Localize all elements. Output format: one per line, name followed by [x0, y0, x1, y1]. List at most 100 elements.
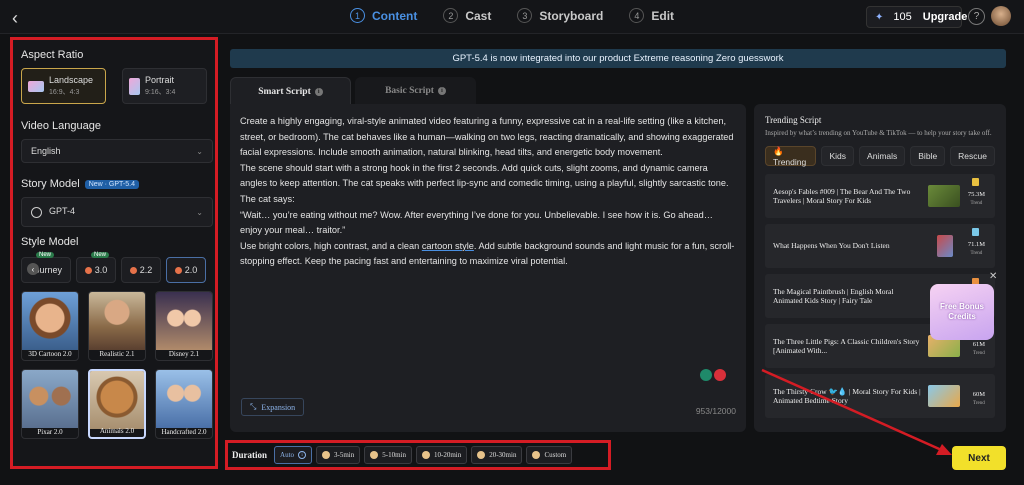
category-animals[interactable]: Animals [859, 146, 906, 166]
trending-value: 60M Trend [973, 390, 985, 408]
language-select[interactable]: English ⌄ [21, 139, 213, 163]
top-bar: ‹ 1 Content 2 Cast 3 Storyboard 4 Edit ✦ 105… [0, 0, 1024, 34]
category-rescue[interactable]: Rescue [950, 146, 995, 166]
expansion-label: Expansion [261, 402, 296, 412]
duration-option-label: Auto [280, 451, 295, 459]
step-cast[interactable]: 2 Cast [443, 8, 491, 23]
style-realistic[interactable]: Realistic 2.1 [88, 291, 146, 361]
step-edit[interactable]: 4 Edit [629, 8, 674, 23]
back-arrow-icon[interactable]: ‹ [12, 8, 18, 29]
style-tab-2-0[interactable]: 2.0 [166, 257, 206, 283]
ratio-sub: 9:16、3:4 [145, 89, 176, 96]
new-model-badge: New · GPT-5.4 [84, 179, 139, 189]
style-caption: Animals 2.0 [99, 427, 135, 435]
step-number: 2 [443, 8, 459, 23]
step-content[interactable]: 1 Content [350, 8, 417, 23]
language-value: English [31, 146, 61, 156]
clock-icon [532, 451, 541, 459]
expand-icon: ⤡ [250, 402, 257, 411]
close-icon[interactable]: ✕ [989, 271, 997, 282]
story-model-label: Story Model [21, 178, 80, 190]
trending-item[interactable]: The Thirsty Crow 🐦💧 | Moral Story For Ki… [765, 374, 995, 418]
style-grid: 3D Cartoon 2.0 Realistic 2.1 Disney 2.1 … [21, 291, 213, 439]
trending-panel: Trending Script Inspired by what’s trend… [754, 104, 1006, 432]
upgrade-button[interactable]: Upgrade [923, 11, 968, 23]
avatar[interactable] [991, 6, 1011, 26]
credits-widget[interactable]: ✦ 105 Upgrade [866, 6, 967, 28]
chevron-down-icon: ⌄ [196, 146, 203, 156]
style-disney-image [156, 292, 212, 350]
style-pixar-image [22, 370, 78, 428]
trending-subtitle: Inspired by what’s trending on YouTube &… [765, 129, 992, 137]
style-caption: Pixar 2.0 [37, 428, 63, 436]
ratio-name: Portrait [145, 75, 175, 85]
trending-thumbnail [928, 385, 960, 407]
duration-bar: Duration Auto i 3-5min 5-10min 10-20min 2… [225, 440, 611, 470]
step-storyboard[interactable]: 3 Storyboard [517, 8, 603, 23]
duration-option-label: Custom [544, 451, 567, 459]
help-icon[interactable]: ? [968, 8, 985, 25]
grammar-extension-icon[interactable] [700, 369, 726, 383]
duration-5-10[interactable]: 5-10min [364, 446, 412, 464]
script-editor[interactable]: Create a highly engaging, viral-style an… [230, 104, 746, 432]
style-caption: Disney 2.1 [168, 350, 200, 358]
category-kids[interactable]: Kids [821, 146, 855, 166]
script-paragraph: Use bright colors, high contrast, and a … [240, 241, 734, 267]
tab-smart-script[interactable]: Smart Script i [230, 77, 351, 105]
style-tab-2-2[interactable]: 2.2 [121, 257, 161, 283]
tab-basic-script[interactable]: Basic Script i [355, 77, 476, 105]
duration-20-30[interactable]: 20-30min [471, 446, 523, 464]
script-text[interactable]: Create a highly engaging, viral-style an… [240, 114, 736, 270]
expansion-button[interactable]: ⤡ Expansion [241, 398, 305, 416]
duration-auto[interactable]: Auto i [274, 446, 313, 464]
style-disney[interactable]: Disney 2.1 [155, 291, 213, 361]
info-icon[interactable]: i [437, 87, 446, 95]
style-tab-label: 2.2 [139, 265, 153, 275]
announcement-banner[interactable]: GPT-5.4 is now integrated into our produ… [230, 49, 1006, 68]
trending-categories: 🔥Trending Kids Animals Bible Rescue [765, 146, 995, 167]
story-model-select[interactable]: GPT-4 ⌄ [21, 197, 213, 227]
style-handcrafted[interactable]: Handcrafted 2.0 [155, 369, 213, 439]
style-3d-cartoon[interactable]: 3D Cartoon 2.0 [21, 291, 79, 361]
trending-item-title: What Happens When You Don't Listen [773, 241, 890, 251]
video-language-title: Video Language [21, 120, 101, 132]
category-trending[interactable]: 🔥Trending [765, 146, 817, 167]
free-bonus-credits-popup[interactable]: Free Bonus Credits [930, 284, 994, 340]
script-text-part: Use bright colors, high contrast, and a … [240, 240, 422, 251]
trending-title: Trending Script [765, 115, 822, 125]
script-paragraph: The scene should start with a strong hoo… [240, 162, 729, 189]
trending-item[interactable]: Aesop's Fables #009 | The Bear And The T… [765, 174, 995, 218]
trend-value: 71.1M [967, 241, 985, 248]
trending-value: 75.3M Trend [968, 190, 985, 208]
trending-item-title: The Magical Paintbrush | English Moral A… [773, 286, 894, 306]
info-icon: i [298, 451, 307, 459]
cartoon-style-link[interactable]: cartoon style [422, 241, 474, 251]
portrait-option[interactable]: Portrait 9:16、3:4 [122, 68, 207, 104]
style-pixar[interactable]: Pixar 2.0 [21, 369, 79, 439]
rank-badge-icon [972, 178, 979, 186]
step-nav: 1 Content 2 Cast 3 Storyboard 4 Edit [350, 8, 674, 23]
style-dot-icon [84, 266, 92, 274]
trend-value: 60M [972, 391, 985, 398]
trend-sub: Trend [972, 401, 985, 406]
character-counter: 953/12000 [695, 406, 736, 416]
info-icon[interactable]: i [314, 87, 323, 96]
next-button[interactable]: Next [952, 446, 1006, 470]
step-label: Storyboard [539, 8, 604, 23]
trending-value: 71.1M Trend [968, 240, 985, 258]
tab-label: Smart Script [258, 86, 311, 97]
style-animals[interactable]: Animals 2.0 [88, 369, 146, 439]
story-model-value: GPT-4 [49, 206, 76, 217]
duration-custom[interactable]: Custom [526, 446, 573, 464]
trending-item[interactable]: What Happens When You Don't Listen 71.1M T… [765, 224, 995, 268]
trend-sub: Trend [972, 351, 985, 356]
duration-3-5[interactable]: 3-5min [316, 446, 361, 464]
landscape-option[interactable]: Landscape 16:9、4:3 [21, 68, 106, 104]
ratio-sub: 16:9、4:3 [49, 89, 80, 96]
step-label: Content [372, 8, 418, 23]
trend-value: 61M [972, 341, 985, 348]
category-bible[interactable]: Bible [910, 146, 946, 166]
style-tab-3-0[interactable]: New 3.0 [76, 252, 116, 283]
duration-10-20[interactable]: 10-20min [415, 446, 468, 464]
scroll-left-icon[interactable]: ‹ [27, 263, 39, 275]
